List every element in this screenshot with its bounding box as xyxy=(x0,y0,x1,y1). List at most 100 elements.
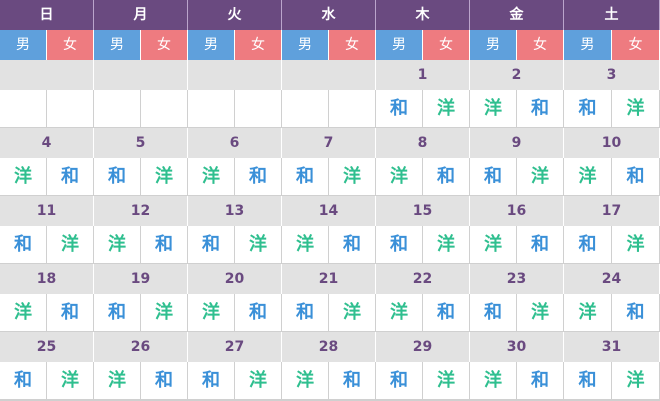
meal-cell[interactable]: 洋 xyxy=(329,158,376,196)
meal-cell[interactable]: 洋 xyxy=(235,362,282,400)
meal-cell[interactable]: 洋 xyxy=(423,226,470,264)
date-number: 13 xyxy=(188,196,282,226)
meal-cell[interactable]: 洋 xyxy=(612,226,660,264)
meal-cell[interactable]: 洋 xyxy=(376,294,423,332)
meal-cell[interactable]: 洋 xyxy=(141,294,188,332)
meal-cell[interactable]: 洋 xyxy=(0,158,47,196)
male-label: 男 xyxy=(94,30,141,60)
date-number: 21 xyxy=(282,264,376,294)
meal-cell[interactable]: 和 xyxy=(0,362,47,400)
meal-cell[interactable]: 和 xyxy=(235,158,282,196)
meal-cell[interactable]: 洋 xyxy=(141,158,188,196)
meal-cell[interactable]: 洋 xyxy=(282,362,329,400)
meal-cell[interactable]: 洋 xyxy=(470,362,517,400)
female-label: 女 xyxy=(517,30,564,60)
female-label: 女 xyxy=(612,30,660,60)
date-number: 17 xyxy=(564,196,660,226)
meal-cell[interactable]: 洋 xyxy=(564,158,612,196)
date-number: 22 xyxy=(376,264,470,294)
meal-cell[interactable]: 洋 xyxy=(47,362,94,400)
empty-cell xyxy=(329,90,376,128)
date-number: 18 xyxy=(0,264,94,294)
meal-cell[interactable]: 和 xyxy=(94,158,141,196)
date-number: 11 xyxy=(0,196,94,226)
meal-cell[interactable]: 和 xyxy=(517,90,564,128)
date-number: 6 xyxy=(188,128,282,158)
meal-cell[interactable]: 洋 xyxy=(612,362,660,400)
meal-cell[interactable]: 和 xyxy=(0,226,47,264)
date-number: 8 xyxy=(376,128,470,158)
meal-cell[interactable]: 和 xyxy=(470,158,517,196)
meal-cell[interactable]: 和 xyxy=(517,362,564,400)
meal-cell[interactable]: 和 xyxy=(423,294,470,332)
meal-cell[interactable]: 和 xyxy=(564,362,612,400)
meal-cell[interactable]: 洋 xyxy=(47,226,94,264)
meal-cell[interactable]: 和 xyxy=(235,294,282,332)
female-label: 女 xyxy=(423,30,470,60)
meal-cell[interactable]: 和 xyxy=(376,90,423,128)
meal-cell[interactable]: 洋 xyxy=(235,226,282,264)
meal-cell[interactable]: 洋 xyxy=(564,294,612,332)
meal-cell[interactable]: 和 xyxy=(188,226,235,264)
meal-cell[interactable]: 洋 xyxy=(517,158,564,196)
meal-cell[interactable]: 洋 xyxy=(282,226,329,264)
meal-cell[interactable]: 和 xyxy=(423,158,470,196)
meal-cell[interactable]: 洋 xyxy=(517,294,564,332)
date-number: 14 xyxy=(282,196,376,226)
date-number: 5 xyxy=(94,128,188,158)
empty-cell xyxy=(141,90,188,128)
meal-cell[interactable]: 和 xyxy=(470,294,517,332)
empty-cell xyxy=(188,90,235,128)
meal-cell[interactable]: 洋 xyxy=(94,226,141,264)
weekday-label: 日 xyxy=(0,0,94,30)
meal-cell[interactable]: 和 xyxy=(564,90,612,128)
meal-cell[interactable]: 和 xyxy=(517,226,564,264)
date-number xyxy=(94,60,188,90)
meal-cell[interactable]: 和 xyxy=(94,294,141,332)
meal-cell[interactable]: 和 xyxy=(47,294,94,332)
date-number: 12 xyxy=(94,196,188,226)
meal-cell[interactable]: 洋 xyxy=(470,226,517,264)
date-number: 1 xyxy=(376,60,470,90)
meal-cell[interactable]: 洋 xyxy=(376,158,423,196)
date-number: 16 xyxy=(470,196,564,226)
meal-cell[interactable]: 洋 xyxy=(470,90,517,128)
date-number: 23 xyxy=(470,264,564,294)
meal-cell[interactable]: 洋 xyxy=(0,294,47,332)
meal-cell[interactable]: 和 xyxy=(329,226,376,264)
date-number xyxy=(282,60,376,90)
date-number: 7 xyxy=(282,128,376,158)
meal-cell[interactable]: 和 xyxy=(612,158,660,196)
meal-cell[interactable]: 洋 xyxy=(329,294,376,332)
meal-cell[interactable]: 洋 xyxy=(423,90,470,128)
date-number: 25 xyxy=(0,332,94,362)
weekday-label: 土 xyxy=(564,0,660,30)
meal-cell[interactable]: 洋 xyxy=(188,294,235,332)
meal-cell[interactable]: 和 xyxy=(282,294,329,332)
meal-cell[interactable]: 和 xyxy=(564,226,612,264)
meal-cell[interactable]: 洋 xyxy=(612,90,660,128)
meal-cell[interactable]: 和 xyxy=(188,362,235,400)
date-number xyxy=(0,60,94,90)
female-label: 女 xyxy=(47,30,94,60)
meal-cell[interactable]: 和 xyxy=(141,226,188,264)
meal-cell[interactable]: 和 xyxy=(612,294,660,332)
meal-cell[interactable]: 和 xyxy=(376,362,423,400)
date-number: 30 xyxy=(470,332,564,362)
date-number: 4 xyxy=(0,128,94,158)
empty-cell xyxy=(94,90,141,128)
date-number: 28 xyxy=(282,332,376,362)
meal-cell[interactable]: 洋 xyxy=(94,362,141,400)
male-label: 男 xyxy=(0,30,47,60)
date-number: 26 xyxy=(94,332,188,362)
meal-cell[interactable]: 和 xyxy=(47,158,94,196)
meal-cell[interactable]: 和 xyxy=(141,362,188,400)
date-number: 10 xyxy=(564,128,660,158)
date-number: 20 xyxy=(188,264,282,294)
meal-cell[interactable]: 和 xyxy=(282,158,329,196)
meal-cell[interactable]: 和 xyxy=(376,226,423,264)
meal-cell[interactable]: 和 xyxy=(329,362,376,400)
meal-cell[interactable]: 洋 xyxy=(423,362,470,400)
date-number: 27 xyxy=(188,332,282,362)
meal-cell[interactable]: 洋 xyxy=(188,158,235,196)
